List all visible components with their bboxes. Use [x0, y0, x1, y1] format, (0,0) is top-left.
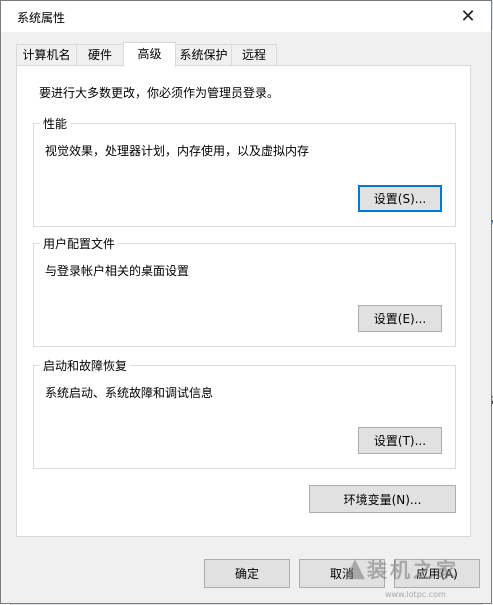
- close-button[interactable]: ✕: [445, 1, 491, 32]
- advanced-tab-page: 要进行大多数更改，你必须作为管理员登录。 性能 视觉效果，处理器计划，内存使用，…: [16, 65, 471, 537]
- cancel-button[interactable]: 取消: [299, 559, 385, 588]
- tab-computer-name[interactable]: 计算机名: [16, 44, 77, 65]
- tab-advanced[interactable]: 高级: [123, 42, 176, 67]
- user-profiles-description: 与登录帐户相关的桌面设置: [45, 264, 190, 278]
- performance-group: 性能 视觉效果，处理器计划，内存使用，以及虚拟内存 设置(S)...: [33, 115, 456, 227]
- startup-recovery-description: 系统启动、系统故障和调试信息: [45, 386, 214, 400]
- user-profiles-group: 用户配置文件 与登录帐户相关的桌面设置 设置(E)...: [33, 235, 456, 347]
- window-title: 系统属性: [17, 11, 66, 25]
- performance-description: 视觉效果，处理器计划，内存使用，以及虚拟内存: [45, 144, 310, 158]
- ok-button[interactable]: 确定: [204, 559, 290, 588]
- user-profiles-settings-button[interactable]: 设置(E)...: [358, 305, 442, 332]
- tab-hardware[interactable]: 硬件: [76, 44, 124, 65]
- performance-group-title: 性能: [40, 115, 71, 132]
- performance-settings-button[interactable]: 设置(S)...: [358, 185, 442, 212]
- startup-recovery-group: 启动和故障恢复 系统启动、系统故障和调试信息 设置(T)...: [33, 357, 456, 469]
- startup-recovery-settings-button[interactable]: 设置(T)...: [358, 427, 442, 454]
- system-properties-dialog: 系统属性 ✕ 计算机名 硬件 高级 系统保护 远程 要进行大多数更改，你必须作为…: [0, 0, 492, 604]
- environment-variables-button[interactable]: 环境变量(N)...: [309, 485, 456, 513]
- tab-system-protection[interactable]: 系统保护: [175, 44, 232, 65]
- tab-remote[interactable]: 远程: [231, 44, 277, 65]
- apply-button[interactable]: 应用(A): [394, 559, 480, 588]
- startup-recovery-group-title: 启动和故障恢复: [40, 357, 131, 374]
- close-icon: ✕: [460, 6, 476, 27]
- user-profiles-group-title: 用户配置文件: [40, 235, 119, 252]
- title-bar[interactable]: 系统属性 ✕: [1, 1, 491, 32]
- admin-notice: 要进行大多数更改，你必须作为管理员登录。: [39, 86, 280, 100]
